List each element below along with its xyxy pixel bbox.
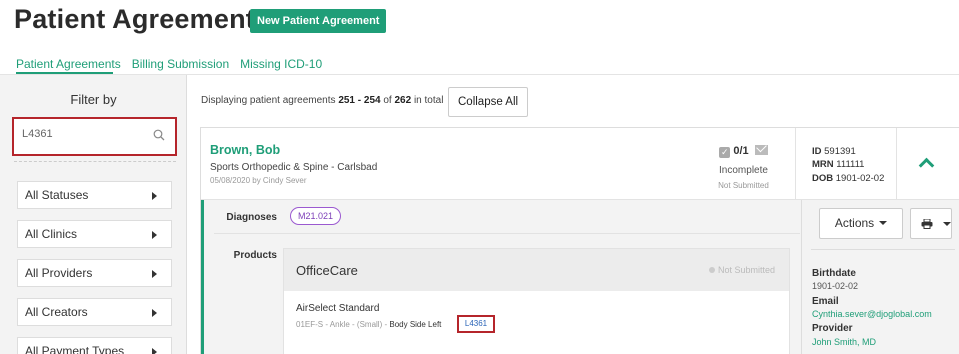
creator-filter-label: All Creators [25,305,88,319]
details-divider [811,249,955,250]
dob-row: DOB 1901-02-02 [812,173,884,184]
id-row: ID 591391 [812,146,856,157]
email-label: Email [812,296,839,307]
caret-right-icon [152,231,157,239]
dob-label: DOB [812,173,834,184]
filter-sidebar: Filter by All Statuses All Clinics All P… [0,75,187,354]
product-status-text: Not Submitted [717,265,775,275]
page-title: Patient Agreements [14,4,271,34]
caret-right-icon [152,270,157,278]
filter-divider [14,161,176,162]
item-detail-text: 01EF-S - Ankle - (Small) - [296,320,390,329]
id-value: 591391 [824,146,856,157]
submission-status: Not Submitted [718,181,769,190]
agreement-card: Brown, Bob Sports Orthopedic & Spine - C… [200,127,959,354]
printer-icon [921,219,933,229]
body-divider [214,233,800,234]
agreement-status: ✓ 0/1 Incomplete Not Submitted [692,128,795,200]
new-patient-agreement-button[interactable]: New Patient Agreement [250,9,387,33]
signed-count: 0/1 [733,145,749,157]
clinic-filter-label: All Clinics [25,227,78,241]
tab-billing-submission[interactable]: Billing Submission [132,57,229,71]
creator-filter-dropdown[interactable]: All Creators [17,298,172,326]
search-input[interactable] [22,128,142,140]
product-status: Not Submitted [708,265,775,275]
payment-type-filter-dropdown[interactable]: All Payment Types [17,337,172,354]
provider-filter-dropdown[interactable]: All Providers [17,259,172,287]
actions-dropdown-button[interactable]: Actions [819,208,903,239]
display-of: of [380,95,395,106]
caret-right-icon [152,348,157,354]
actions-label: Actions [834,216,875,230]
products-label: Products [233,250,277,261]
tab-patient-agreements[interactable]: Patient Agreements [16,57,121,71]
status-icons: ✓ 0/1 [692,145,795,158]
birthdate-value: 1901-02-02 [812,281,859,291]
diagnosis-code-badge[interactable]: M21.021 [290,207,342,225]
caret-right-icon [152,309,157,317]
status-text: Incomplete [719,165,768,176]
display-suffix: in total [411,95,444,106]
checkbox-icon: ✓ [719,147,731,158]
email-link[interactable]: Cynthia.sever@djoglobal.com [812,309,932,319]
item-detail: 01EF-S - Ankle - (Small) - Body Side Lef… [296,320,441,329]
birthdate-label: Birthdate [812,268,856,279]
mrn-value: 111111 [836,159,865,170]
created-info: 05/08/2020 by Cindy Sever [210,176,307,185]
status-filter-dropdown[interactable]: All Statuses [17,181,172,209]
caret-down-icon [879,221,888,225]
product-name: OfficeCare [296,263,358,278]
agreement-card-header: Brown, Bob Sports Orthopedic & Spine - C… [201,128,959,200]
collapse-toggle[interactable] [896,128,959,200]
tab-bar: Patient Agreements Billing Submission Miss… [16,57,333,71]
product-card: OfficeCare Not Submitted AirSelect Stand… [283,248,790,354]
details-panel: Actions Birthdate 1901-02-02 Email Cynth… [801,200,959,354]
clinic-name: Sports Orthopedic & Spine - Carlsbad [210,162,378,173]
collapse-all-button[interactable]: Collapse All [448,87,529,117]
agreement-card-body: Diagnoses M21.021 Products OfficeCare No… [201,200,959,354]
mrn-label: MRN [812,159,834,170]
item-name: AirSelect Standard [296,303,380,314]
print-dropdown-button[interactable] [910,208,952,239]
provider-link[interactable]: John Smith, MD [812,337,876,347]
caret-down-icon [943,222,951,226]
display-total: 262 [394,95,412,106]
display-count-text: Displaying patient agreements 251 - 254 … [201,95,443,106]
status-dot-icon [708,267,715,273]
item-hcpcs-code[interactable]: L4361 [457,315,495,333]
patient-name-link[interactable]: Brown, Bob [210,143,280,157]
tab-missing-icd10[interactable]: Missing ICD-10 [240,57,322,71]
payment-type-filter-label: All Payment Types [25,344,125,354]
display-prefix: Displaying patient agreements [201,95,339,106]
mrn-row: MRN 111111 [812,159,864,170]
filter-title: Filter by [70,92,117,107]
diagnoses-label: Diagnoses [226,212,277,223]
patient-identifiers: ID 591391 MRN 111111 DOB 1901-02-02 [795,128,896,200]
provider-label: Provider [812,323,853,334]
provider-filter-label: All Providers [25,266,93,280]
product-header: OfficeCare Not Submitted [284,249,789,291]
id-label: ID [812,146,822,157]
status-filter-label: All Statuses [25,188,89,202]
email-sent-icon [754,145,768,155]
search-box [12,117,177,156]
display-range: 251 - 254 [338,95,381,106]
dob-value: 1901-02-02 [835,173,885,184]
chevron-up-icon[interactable] [918,157,935,174]
clinic-filter-dropdown[interactable]: All Clinics [17,220,172,248]
item-side: Body Side Left [389,320,442,329]
search-icon[interactable] [153,129,165,141]
caret-right-icon [152,192,157,200]
